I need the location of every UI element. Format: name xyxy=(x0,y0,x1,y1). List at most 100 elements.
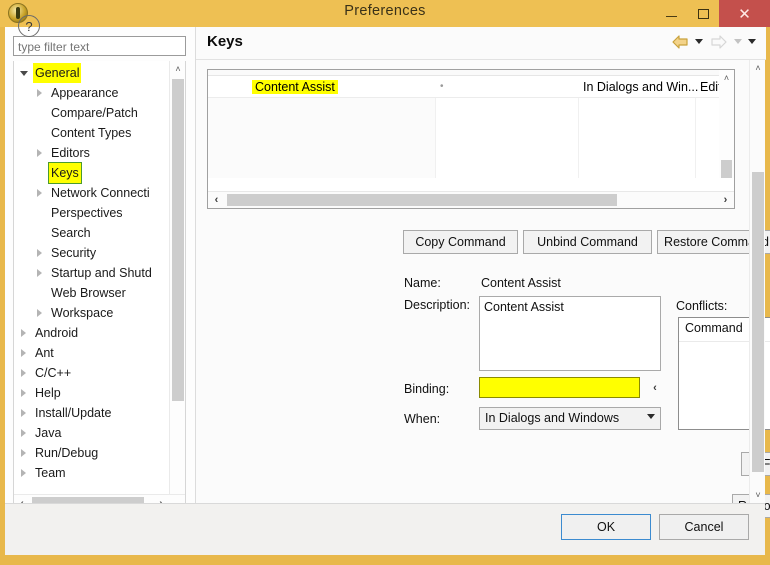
expander-closed-icon[interactable] xyxy=(36,149,45,158)
sidebar-item-appearance[interactable]: Appearance xyxy=(14,83,170,103)
sidebar-item-label: Web Browser xyxy=(51,286,126,300)
sidebar-item-web-browser[interactable]: Web Browser xyxy=(14,283,170,303)
sidebar-item-security[interactable]: Security xyxy=(14,243,170,263)
scrollbar-thumb[interactable] xyxy=(227,194,617,206)
sidebar-item-label: Install/Update xyxy=(35,406,112,420)
sidebar-item-compare-patch[interactable]: Compare/Patch xyxy=(14,103,170,123)
binding-label: Binding: xyxy=(404,382,450,396)
expander-closed-icon[interactable] xyxy=(36,189,45,198)
sidebar-item-content-types[interactable]: Content Types xyxy=(14,123,170,143)
preferences-tree[interactable]: General Appearance Compare/Patch Content Ty… xyxy=(13,61,186,511)
scrollbar-thumb[interactable] xyxy=(752,172,764,472)
forward-arrow-icon xyxy=(710,35,727,49)
page-vertical-scrollbar[interactable]: ˄ ˅ xyxy=(749,60,765,503)
expander-closed-icon[interactable] xyxy=(36,269,45,278)
description-label: Description: xyxy=(404,298,470,312)
preferences-tree-panel: General Appearance Compare/Patch Content Ty… xyxy=(5,27,193,511)
when-dropdown[interactable]: In Dialogs and Windows xyxy=(479,407,661,430)
expander-closed-icon[interactable] xyxy=(20,429,29,438)
close-button[interactable]: ✕ xyxy=(719,0,770,27)
scroll-down-icon[interactable]: ˅ xyxy=(750,487,766,503)
name-label: Name: xyxy=(404,276,441,290)
name-value: Content Assist xyxy=(481,276,561,290)
scroll-up-icon[interactable]: ˄ xyxy=(719,70,734,85)
expander-closed-icon[interactable] xyxy=(36,249,45,258)
sidebar-item-perspectives[interactable]: Perspectives xyxy=(14,203,170,223)
table-empty-body xyxy=(208,98,734,178)
ok-button[interactable]: OK xyxy=(561,514,651,540)
sidebar-item-label: Security xyxy=(51,246,97,260)
binding-picker-icon[interactable]: ‹ xyxy=(648,379,662,396)
sidebar-item-general[interactable]: General xyxy=(14,63,170,83)
expander-closed-icon[interactable] xyxy=(20,469,29,478)
expander-closed-icon[interactable] xyxy=(20,329,29,338)
scrollbar-thumb[interactable] xyxy=(172,79,184,401)
sidebar-item-label: Startup and Shutd xyxy=(51,266,152,280)
minimize-button[interactable] xyxy=(655,0,687,27)
page-header: Keys xyxy=(196,27,766,60)
keys-bindings-table[interactable]: Content Assist • In Dialogs and Win... E… xyxy=(207,69,735,209)
view-menu-chevron-down-icon[interactable] xyxy=(748,39,756,45)
cancel-button[interactable]: Cancel xyxy=(659,514,749,540)
description-field[interactable]: Content Assist xyxy=(479,296,661,371)
sidebar-item-install-update[interactable]: Install/Update xyxy=(14,403,170,423)
sidebar-item-label: Android xyxy=(35,326,79,340)
sidebar-item-label: Search xyxy=(51,226,91,240)
scroll-up-icon[interactable]: ˄ xyxy=(750,60,766,76)
sidebar-item-workspace[interactable]: Workspace xyxy=(14,303,170,323)
column-divider xyxy=(578,98,579,178)
column-divider xyxy=(695,98,696,178)
help-icon[interactable]: ? xyxy=(18,15,40,37)
sidebar-item-label: Workspace xyxy=(51,306,114,320)
back-arrow-icon[interactable] xyxy=(672,35,689,49)
table-row[interactable]: Content Assist • In Dialogs and Win... E… xyxy=(208,76,734,98)
sidebar-item-android[interactable]: Android xyxy=(14,323,170,343)
sidebar-item-team[interactable]: Team xyxy=(14,463,170,481)
expander-closed-icon[interactable] xyxy=(20,409,29,418)
back-history-chevron-down-icon[interactable] xyxy=(694,39,703,45)
expander-closed-icon[interactable] xyxy=(20,369,29,378)
sidebar-item-startup-and-shutd[interactable]: Startup and Shutd xyxy=(14,263,170,283)
copy-command-button[interactable]: Copy Command xyxy=(403,230,518,254)
sidebar-item-label: Run/Debug xyxy=(35,446,99,460)
scroll-right-icon[interactable]: › xyxy=(717,192,734,208)
expander-closed-icon[interactable] xyxy=(36,89,45,98)
expander-closed-icon[interactable] xyxy=(36,309,45,318)
keys-preference-page: Keys Content Assist • In Dialogs and Win… xyxy=(195,27,770,518)
unbind-command-button[interactable]: Unbind Command xyxy=(523,230,652,254)
forward-history-chevron-down-icon xyxy=(733,39,742,45)
title-bar: Preferences ✕ xyxy=(0,0,770,27)
chevron-down-icon xyxy=(647,414,655,419)
sidebar-item-java[interactable]: Java xyxy=(14,423,170,443)
dialog-footer xyxy=(5,503,765,555)
expander-closed-icon[interactable] xyxy=(20,389,29,398)
sidebar-item-network-connecti[interactable]: Network Connecti xyxy=(14,183,170,203)
cell-command: Content Assist xyxy=(252,76,338,98)
page-navigation xyxy=(668,34,756,52)
table-horizontal-scrollbar[interactable]: ‹ › xyxy=(208,191,734,208)
sidebar-item-run-debug[interactable]: Run/Debug xyxy=(14,443,170,463)
expander-closed-icon[interactable] xyxy=(20,449,29,458)
expander-closed-icon[interactable] xyxy=(20,349,29,358)
sidebar-item-search[interactable]: Search xyxy=(14,223,170,243)
scrollbar-thumb[interactable] xyxy=(721,160,732,178)
expander-open-icon[interactable] xyxy=(20,69,29,78)
dialog-body: General Appearance Compare/Patch Content Ty… xyxy=(5,27,770,518)
sidebar-item-editors[interactable]: Editors xyxy=(14,143,170,163)
sidebar-item-help[interactable]: Help xyxy=(14,383,170,403)
sidebar-item-label: Ant xyxy=(35,346,54,360)
binding-input[interactable] xyxy=(479,377,640,398)
maximize-button[interactable] xyxy=(687,0,719,27)
page-title: Keys xyxy=(207,33,243,50)
table-vertical-scrollbar[interactable]: ˄ xyxy=(719,70,734,178)
scroll-up-icon[interactable]: ˄ xyxy=(170,61,185,77)
sidebar-item-c-c[interactable]: C/C++ xyxy=(14,363,170,383)
sidebar-item-label: Appearance xyxy=(51,86,119,100)
column-divider xyxy=(435,98,436,178)
scroll-left-icon[interactable]: ‹ xyxy=(208,192,225,208)
tree-vertical-scrollbar[interactable]: ˄ ˅ xyxy=(169,61,185,510)
sidebar-item-label: General xyxy=(33,63,82,83)
sidebar-item-keys[interactable]: Keys xyxy=(14,162,170,184)
sidebar-item-ant[interactable]: Ant xyxy=(14,343,170,363)
search-input[interactable] xyxy=(13,36,186,56)
